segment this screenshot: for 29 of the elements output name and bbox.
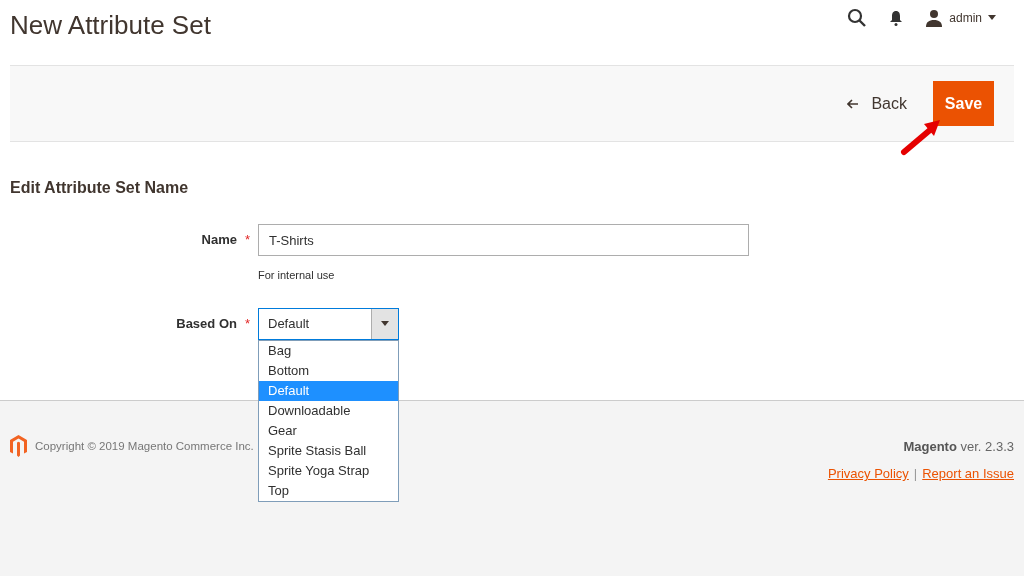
option-item[interactable]: Downloadable <box>259 400 398 421</box>
link-separator: | <box>913 465 918 483</box>
user-name[interactable]: admin <box>949 9 982 27</box>
option-item[interactable]: Sprite Stasis Ball <box>259 440 398 461</box>
name-label: Name <box>201 231 237 250</box>
option-item[interactable]: Top <box>259 480 398 501</box>
copyright-text: Copyright © 2019 Magento Commerce Inc. <box>35 438 254 454</box>
option-item[interactable]: Bottom <box>259 360 398 381</box>
based-on-select[interactable]: Default <box>258 307 399 340</box>
caret-icon <box>381 320 389 327</box>
page-title: New Attribute Set <box>10 9 211 42</box>
option-item[interactable]: Gear <box>259 420 398 441</box>
version-text: Magento ver. 2.3.3 <box>903 437 1014 456</box>
user-icon[interactable] <box>925 9 944 27</box>
search-icon[interactable] <box>847 8 868 28</box>
logo-icon <box>10 434 27 457</box>
section-title: Edit Attribute Set Name <box>9 178 190 198</box>
option-item[interactable]: Bag <box>259 340 398 361</box>
save-button[interactable]: Save <box>933 81 994 126</box>
required-mark: * <box>244 314 250 333</box>
back-arrow-icon <box>847 97 860 110</box>
required-mark: * <box>244 231 250 250</box>
name-field[interactable]: T-Shirts <box>258 224 749 256</box>
option-item[interactable]: Sprite Yoga Strap <box>259 460 398 481</box>
caret-icon[interactable] <box>988 15 996 21</box>
back-button[interactable]: Back <box>847 91 907 116</box>
based-on-label: Based On <box>176 314 237 333</box>
name-hint: For internal use <box>258 268 336 283</box>
bell-icon[interactable] <box>889 10 904 26</box>
